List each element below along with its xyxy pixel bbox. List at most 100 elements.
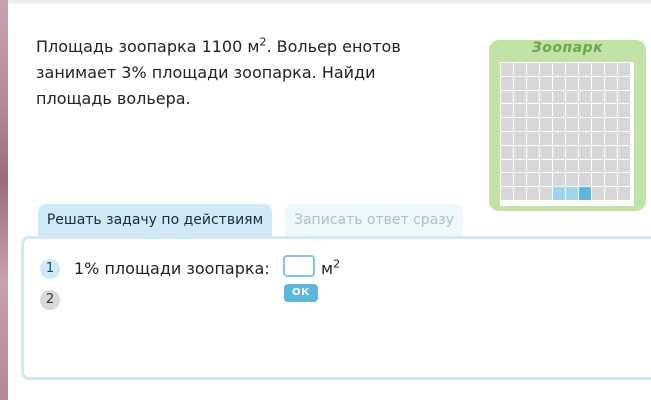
zoo-grid-cell [605, 76, 617, 90]
zoo-grid-cell [540, 187, 552, 200]
problem-text: Площадь зоопарка 1100 м2. Вольер енотов … [36, 34, 446, 112]
zoo-grid-cell [592, 145, 604, 159]
zoo-grid-cell [605, 131, 617, 145]
problem-line3: площадь вольера. [36, 89, 191, 108]
zoo-grid-cell [501, 63, 513, 76]
zoo-grid-cell [514, 63, 526, 76]
step-2-badge: 2 [40, 290, 60, 310]
zoo-grid-cell [566, 159, 578, 173]
zoo-grid-cell [618, 187, 630, 200]
zoo-grid-cell [566, 90, 578, 104]
zoo-grid-cell [553, 159, 565, 173]
zoo-grid-cell [566, 118, 578, 131]
problem-line1-post: . Вольер енотов [266, 37, 401, 56]
zoo-grid-cell [501, 90, 513, 104]
zoo-grid-cell [605, 145, 617, 159]
zoo-card: Зоопарк [489, 40, 646, 211]
zoo-grid-cell [553, 118, 565, 131]
top-border [8, 0, 651, 4]
zoo-grid-cell [566, 131, 578, 145]
zoo-grid-cell [553, 173, 565, 187]
tab-solve-by-steps[interactable]: Решать задачу по действиям [38, 204, 272, 236]
zoo-grid-cell [618, 159, 630, 173]
zoo-grid-cell [527, 104, 539, 118]
zoo-grid-cell [579, 63, 591, 76]
zoo-grid-cell [553, 104, 565, 118]
zoo-grid-cell [579, 173, 591, 187]
zoo-grid-cell [618, 145, 630, 159]
zoo-grid-cell [579, 118, 591, 131]
zoo-grid-cell [514, 76, 526, 90]
zoo-grid-cell [501, 173, 513, 187]
zoo-grid-cell [553, 145, 565, 159]
zoo-grid-cell [501, 187, 513, 200]
zoo-grid-cell [553, 90, 565, 104]
zoo-grid-cell [618, 118, 630, 131]
zoo-grid-cell-raccoon [579, 187, 591, 200]
zoo-title: Зоопарк [531, 40, 604, 56]
zoo-grid-cell [579, 145, 591, 159]
zoo-grid-cell [592, 63, 604, 76]
zoo-grid-cell [618, 90, 630, 104]
unit-text: м [321, 259, 334, 278]
zoo-grid-cell [592, 159, 604, 173]
problem-line2: занимает 3% площади зоопарка. Найди [36, 63, 376, 82]
zoo-grid-cell [527, 118, 539, 131]
zoo-grid-cell [540, 63, 552, 76]
zoo-grid-cell [527, 159, 539, 173]
left-edge-strip [0, 0, 8, 400]
zoo-grid-cell [527, 63, 539, 76]
zoo-grid-cell [592, 90, 604, 104]
zoo-grid-cell [540, 173, 552, 187]
zoo-grid-cell [514, 131, 526, 145]
zoo-grid-cell [514, 104, 526, 118]
zoo-grid-cell [579, 131, 591, 145]
zoo-grid-cell [514, 159, 526, 173]
zoo-grid-cell [540, 159, 552, 173]
zoo-grid-cell [566, 104, 578, 118]
zoo-grid-cell [553, 63, 565, 76]
step-1-label: 1% площади зоопарка: [74, 259, 270, 278]
zoo-grid-cell [618, 76, 630, 90]
zoo-grid-cell [605, 118, 617, 131]
zoo-grid-cell [605, 187, 617, 200]
step-1-unit: м2 [321, 257, 340, 281]
zoo-grid-cell [527, 131, 539, 145]
ok-button[interactable]: ОК [284, 284, 318, 302]
zoo-grid-cell [527, 173, 539, 187]
zoo-grid-cell [527, 145, 539, 159]
zoo-grid-cell-raccoon [553, 187, 565, 200]
unit-sup: 2 [333, 257, 341, 271]
zoo-grid-cell [553, 76, 565, 90]
zoo-grid-cell [618, 173, 630, 187]
zoo-grid-cell [540, 104, 552, 118]
zoo-grid-cell [527, 187, 539, 200]
zoo-grid-cell [592, 76, 604, 90]
zoo-grid-cell [540, 118, 552, 131]
zoo-grid-cell [527, 90, 539, 104]
zoo-grid-cell [592, 131, 604, 145]
zoo-grid-cell [618, 63, 630, 76]
zoo-grid-cell [605, 173, 617, 187]
zoo-grid-cell [514, 118, 526, 131]
zoo-grid [500, 62, 634, 206]
zoo-grid-cell [592, 118, 604, 131]
zoo-grid-cell [618, 104, 630, 118]
zoo-grid-cell [501, 131, 513, 145]
zoo-grid-cell [514, 90, 526, 104]
zoo-grid-cell [605, 90, 617, 104]
zoo-grid-cell [605, 63, 617, 76]
zoo-grid-cell [540, 131, 552, 145]
zoo-grid-cell [501, 159, 513, 173]
zoo-grid-cell [579, 90, 591, 104]
zoo-grid-cell [566, 145, 578, 159]
step-1-answer-input[interactable] [283, 255, 315, 277]
zoo-grid-cell [540, 145, 552, 159]
zoo-grid-cell [540, 90, 552, 104]
zoo-grid-cell-raccoon [566, 187, 578, 200]
tab-answer-directly[interactable]: Записать ответ сразу [285, 204, 463, 236]
zoo-grid-cell [605, 159, 617, 173]
zoo-grid-cell [592, 104, 604, 118]
zoo-grid-cell [501, 76, 513, 90]
zoo-grid-cell [579, 76, 591, 90]
